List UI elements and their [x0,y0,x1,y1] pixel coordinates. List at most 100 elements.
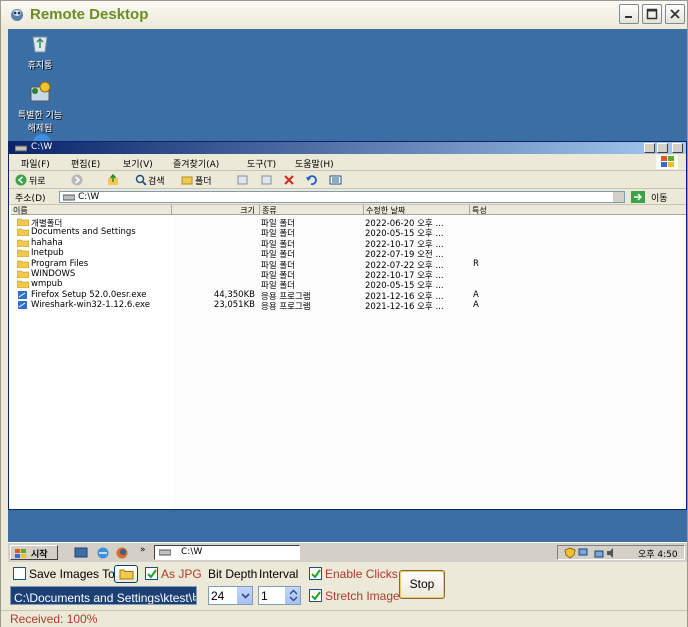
interval-stepper[interactable]: 1 [258,586,301,605]
ie-quicklaunch-icon[interactable] [96,546,110,559]
file-row[interactable]: Firefox Setup 52.0.0esr.exe 44,350KB 응용 프로… [11,290,686,302]
explorer-title-bar[interactable]: C:\W [9,142,686,154]
drive-icon [63,194,75,201]
folder-icon [17,270,29,278]
up-folder-icon[interactable] [107,174,119,186]
file-row[interactable]: wmpub 파일 폴더 2020-05-15 오후 ... [11,279,686,291]
file-row[interactable]: hahaha 파일 폴더 2022-10-17 오후 ... [11,238,686,250]
network-icon-2[interactable] [592,547,604,559]
copy-to-icon[interactable] [261,174,273,186]
explorer-toolbar: 뒤로 검색 폴더 [9,171,686,189]
back-button[interactable]: 뒤로 [29,174,46,187]
go-arrow-icon [631,191,645,203]
folders-icon[interactable] [181,174,193,186]
maximize-button[interactable] [642,4,662,24]
file-name: Program Files [31,258,89,269]
file-row[interactable]: Documents and Settings 파일 폴더 2020-05-15 오후… [11,227,686,239]
show-desktop-icon[interactable] [74,546,88,559]
file-attr: A [473,300,479,311]
as-jpg-checkbox[interactable] [145,567,158,580]
taskbar-item-label: C:\W [181,547,203,557]
move-to-icon[interactable] [237,174,249,186]
undo-icon[interactable] [305,174,317,186]
file-attr: R [473,258,479,269]
firefox-icon[interactable] [115,546,129,559]
column-attributes[interactable]: 특성 [469,205,519,215]
column-size[interactable]: 크기 [171,205,259,215]
stop-button[interactable]: Stop [399,570,445,599]
explorer-window[interactable]: C:\W 파일(F) 편집(E) 보기(V) 즐겨찾기(A) 도구(T) 도움말… [8,141,687,510]
folders-button[interactable]: 폴더 [195,174,212,187]
status-bar: Received: 100% [1,610,687,627]
explorer-minimize-button[interactable] [644,143,655,153]
menu-view[interactable]: 보기(V) [123,157,153,170]
minimize-button[interactable] [619,4,639,24]
file-row[interactable]: Inetpub 파일 폴더 2022-07-19 오전 ... [11,248,686,260]
address-bar: 주소(D) C:\W 이동 [9,189,686,205]
desktop-icon-label: 휴지통 [27,61,53,71]
bit-depth-label: Bit Depth [208,567,258,581]
volume-icon[interactable] [606,547,618,559]
address-input[interactable]: C:\W [59,191,625,203]
checkmark-icon [147,569,157,579]
column-name[interactable]: 이름 [11,205,171,215]
folder-icon [17,218,29,226]
file-name: wmpub [31,279,63,290]
folder-icon [17,281,29,289]
minimize-icon [625,16,632,18]
drive-icon [15,145,27,152]
menu-help[interactable]: 도움말(H) [295,157,334,170]
remote-screen[interactable]: 휴지통 특별한 기능 해제됨 C:\W 파일(F) 편집(E) 보기(V) 즐겨… [8,29,687,562]
network-icon[interactable] [578,547,590,559]
file-size: 23,051KB [213,300,255,311]
search-button[interactable]: 검색 [148,174,165,187]
desktop-icon-recycle-bin[interactable]: 휴지통 [10,33,70,71]
file-row[interactable]: Wireshark-win32-1.12.6.exe 23,051KB 응용 프로그… [11,300,686,313]
folder-icon [119,569,134,580]
views-icon[interactable] [329,174,349,186]
stretch-image-label: Stretch Image [325,589,400,603]
bit-depth-select[interactable]: 24 [208,586,253,605]
stretch-image-checkbox[interactable] [309,589,322,602]
delete-icon[interactable] [283,174,295,186]
menu-tools[interactable]: 도구(T) [247,157,276,170]
go-label: 이동 [651,194,668,204]
browse-folder-button[interactable] [114,565,138,583]
save-path-input[interactable]: C:\Documents and Settings\ktest\바탕 [10,586,197,605]
close-button[interactable] [665,4,685,24]
start-button[interactable]: 시작 [10,545,58,560]
file-row[interactable]: Program Files 파일 폴더 2022-07-22 오후 ... R [11,258,686,271]
desktop-icon-shortcut[interactable]: 특별한 기능 해제됨 [10,81,70,134]
file-row[interactable]: WINDOWS 파일 폴더 2022-10-17 오후 ... [11,269,686,281]
file-name: Documents and Settings [31,227,136,238]
chevron-down-icon[interactable] [237,587,252,604]
address-label: 주소(D) [15,194,46,204]
title-bar[interactable]: Remote Desktop [1,1,687,29]
window-title: Remote Desktop [30,6,149,23]
address-dropdown-button[interactable] [613,192,624,202]
save-images-checkbox[interactable] [13,567,26,580]
spin-buttons[interactable] [285,587,300,604]
security-shield-icon[interactable] [564,547,576,559]
go-button[interactable]: 이동 [629,190,679,204]
column-type[interactable]: 종류 [259,205,363,215]
folder-icon [17,249,29,258]
search-icon[interactable] [135,174,147,186]
column-date[interactable]: 수정한 날짜 [363,205,469,215]
checkmark-icon [311,591,321,601]
menu-favorites[interactable]: 즐겨찾기(A) [173,157,219,170]
explorer-close-button[interactable] [672,143,683,153]
file-name: Inetpub [31,248,64,259]
file-row[interactable]: 개별폴더 파일 폴더 2022-06-20 오후 ... [11,217,686,229]
taskbar-item-explorer[interactable]: C:\W [154,545,300,560]
back-icon[interactable] [15,174,27,186]
explorer-menu-bar: 파일(F) 편집(E) 보기(V) 즐겨찾기(A) 도구(T) 도움말(H) [9,154,686,171]
enable-clicks-checkbox[interactable] [309,567,322,580]
file-list[interactable]: 이름 크기 종류 수정한 날짜 특성 개별폴더 파일 폴더 2022-06-20 오… [9,205,686,509]
explorer-maximize-button[interactable] [657,143,668,153]
forward-icon[interactable] [71,174,83,186]
file-type: 응용 프로그램 [261,302,311,313]
menu-edit[interactable]: 편집(E) [71,157,100,170]
menu-file[interactable]: 파일(F) [21,157,50,170]
quicklaunch-overflow-icon[interactable]: » [140,545,146,555]
